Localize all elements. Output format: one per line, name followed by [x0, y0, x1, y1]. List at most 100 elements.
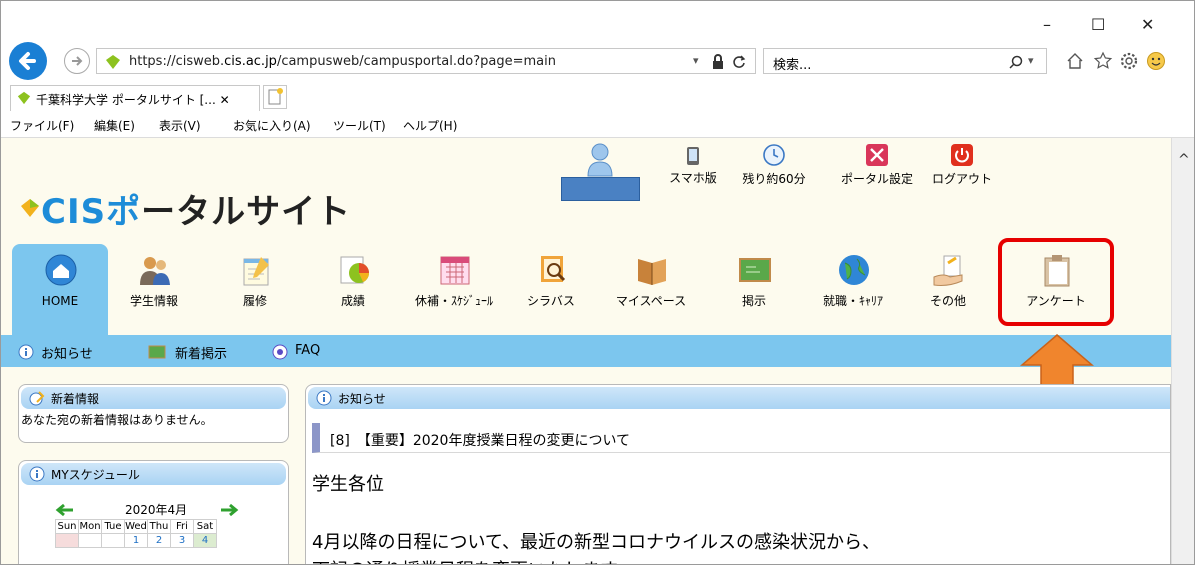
nav-home[interactable]: HOME [20, 249, 100, 329]
notice-title-row[interactable]: [8] 【重要】2020年度授業日程の変更について [312, 423, 1170, 453]
tools-icon [866, 144, 888, 166]
portal-settings-link[interactable]: ポータル設定 [839, 143, 915, 187]
lock-icon [713, 54, 723, 69]
dropdown-icon[interactable]: ▾ [693, 54, 699, 67]
sub-navigation: お知らせ 新着掲示 FAQ [1, 335, 1171, 367]
home-globe-icon [45, 254, 77, 286]
address-bar[interactable]: https://cisweb.cis.ac.jp/campusweb/campu… [96, 48, 756, 74]
browser-tab[interactable]: 千葉科学大学 ポータルサイト [... ✕ [10, 85, 260, 111]
pie-chart-icon [340, 256, 369, 284]
subnav-new-bulletins[interactable]: 新着掲示 [175, 343, 227, 362]
refresh-icon[interactable] [731, 54, 747, 70]
search-dropdown-icon[interactable]: ▾ [1028, 54, 1034, 67]
smartphone-label: スマホ版 [669, 171, 717, 185]
maximize-button[interactable]: ☐ [1091, 15, 1105, 34]
calendar-day[interactable] [55, 533, 79, 548]
search-box[interactable]: 検索... ▾ [763, 48, 1047, 74]
notices-panel-header: お知らせ [308, 387, 1170, 409]
logout-link[interactable]: ログアウト [927, 143, 997, 187]
weekday-wed: Wed [124, 519, 148, 534]
forward-button[interactable] [64, 48, 90, 74]
menu-edit[interactable]: 編集(E) [94, 117, 135, 134]
smiley-feedback-icon[interactable] [1146, 51, 1166, 71]
schedule-info-icon [29, 466, 45, 482]
book-icon [541, 256, 566, 282]
back-button[interactable] [9, 42, 47, 80]
portal-settings-label: ポータル設定 [840, 172, 913, 186]
nav-myspace[interactable]: マイスペース [611, 249, 691, 329]
minimize-button[interactable]: – [1043, 15, 1051, 34]
session-timer-label: 残り約60分 [742, 172, 806, 186]
vertical-scrollbar[interactable]: ^ [1171, 138, 1194, 564]
smartphone-icon [687, 147, 699, 165]
news-icon [29, 391, 45, 406]
notice-title[interactable]: [8] 【重要】2020年度授業日程の変更について [330, 430, 630, 450]
schedule-panel: MYスケジュール 2020年4月 Sun Mon Tue Wed Thu Fri… [18, 460, 289, 564]
open-book-icon [638, 259, 666, 285]
search-input[interactable]: 検索... [773, 54, 811, 73]
nav-bulletin[interactable]: 掲示 [714, 249, 794, 329]
nav-student-info-label: 学生情報 [129, 294, 178, 308]
chalkboard-icon [739, 258, 771, 282]
people-icon [140, 257, 170, 285]
nav-syllabus[interactable]: シラバス [511, 249, 591, 329]
calendar-grid: Sun Mon Tue Wed Thu Fri Sat 1 2 3 4 [55, 519, 217, 548]
calendar-day[interactable]: 1 [124, 533, 148, 548]
new-tab-button[interactable] [263, 85, 287, 109]
next-month-icon[interactable] [219, 502, 239, 518]
logout-label: ログアウト [931, 172, 992, 186]
nav-career[interactable]: 就職・ｷｬﾘｱ [813, 249, 893, 329]
calendar-day[interactable] [101, 533, 125, 548]
menu-tools[interactable]: ツール(T) [333, 117, 386, 134]
bulletin-small-icon [148, 345, 166, 359]
user-name-box [561, 177, 640, 201]
tab-favicon-icon [17, 91, 31, 105]
nav-bulletin-label: 掲示 [741, 294, 766, 308]
calendar-month: 2020年4月 [125, 503, 188, 517]
subnav-faq[interactable]: FAQ [295, 343, 320, 358]
schedule-panel-header: MYスケジュール [21, 463, 286, 485]
power-icon [951, 144, 973, 166]
clock-icon [763, 144, 785, 166]
calendar-day[interactable]: 3 [170, 533, 194, 548]
menu-favorites[interactable]: お気に入り(A) [233, 117, 311, 134]
weekday-tue: Tue [101, 519, 125, 534]
menu-file[interactable]: ファイル(F) [10, 117, 74, 134]
back-arrow-icon [19, 52, 36, 70]
scroll-up-icon[interactable]: ^ [1178, 152, 1190, 168]
site-favicon-icon [106, 55, 120, 69]
user-avatar-icon [587, 143, 613, 177]
prev-month-icon[interactable] [55, 502, 75, 518]
weekday-fri: Fri [170, 519, 194, 534]
search-icon[interactable] [1008, 54, 1024, 70]
tab-title: 千葉科学大学 ポータルサイト [... ✕ [36, 93, 230, 107]
home-icon[interactable] [1065, 51, 1085, 71]
nav-registration-label: 履修 [242, 294, 267, 308]
news-panel-body: あなた宛の新着情報はありません。 [21, 413, 213, 427]
weekday-thu: Thu [147, 519, 171, 534]
nav-grades[interactable]: 成績 [313, 249, 393, 329]
nav-syllabus-label: シラバス [527, 294, 575, 308]
notice-greeting: 学生各位 [312, 474, 384, 495]
forward-arrow-icon [72, 56, 83, 66]
smartphone-link[interactable]: スマホ版 [665, 146, 721, 186]
nav-schedule-label: 休補・ｽｹｼﾞｭｰﾙ [414, 294, 493, 308]
notices-panel: お知らせ [8] 【重要】2020年度授業日程の変更について 学生各位 4月以降… [305, 384, 1171, 564]
nav-registration[interactable]: 履修 [215, 249, 295, 329]
nav-student-info[interactable]: 学生情報 [114, 249, 194, 329]
subnav-notices[interactable]: お知らせ [41, 343, 93, 362]
close-button[interactable]: ✕ [1141, 15, 1154, 34]
nav-schedule[interactable]: 休補・ｽｹｼﾞｭｰﾙ [414, 249, 494, 329]
calendar-day[interactable] [78, 533, 102, 548]
calendar-day[interactable]: 2 [147, 533, 171, 548]
calendar-day[interactable]: 4 [193, 533, 217, 548]
nav-other[interactable]: その他 [908, 249, 988, 329]
settings-gear-icon[interactable] [1119, 51, 1139, 71]
new-tab-icon [268, 88, 283, 105]
weekday-mon: Mon [78, 519, 102, 534]
favorites-star-icon[interactable] [1093, 51, 1113, 71]
menu-view[interactable]: 表示(V) [159, 117, 201, 134]
news-panel: 新着情報 あなた宛の新着情報はありません。 [18, 384, 289, 443]
nav-grades-label: 成績 [340, 294, 365, 308]
menu-help[interactable]: ヘルプ(H) [403, 117, 457, 134]
